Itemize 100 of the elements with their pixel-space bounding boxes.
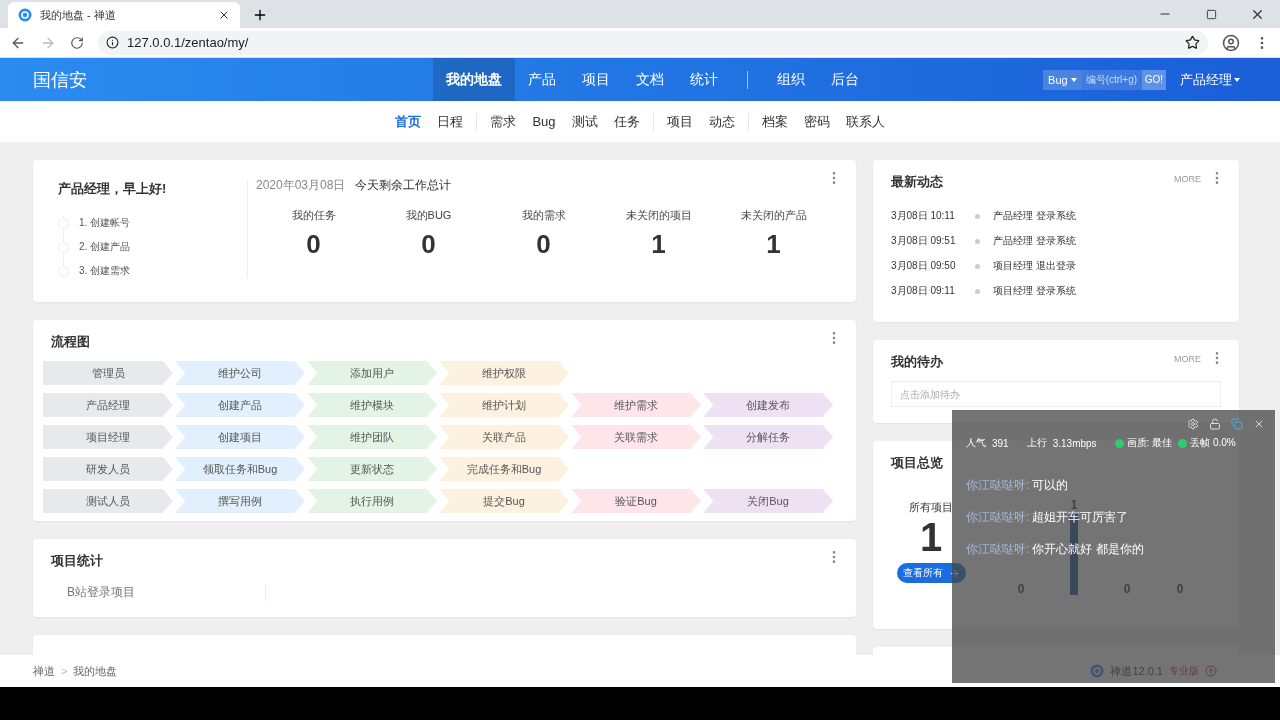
flow-step: 维护模块	[307, 393, 437, 417]
flow-step: 创建项目	[175, 425, 305, 449]
flow-step: 添加用户	[307, 361, 437, 385]
flow-step: 撰写用例	[175, 489, 305, 513]
flow-step: 关联需求	[571, 425, 701, 449]
indicator-text: 丢帧 0.0%	[1190, 436, 1236, 450]
subnav-link[interactable]: Bug	[524, 114, 564, 129]
site-logo-icon	[18, 8, 32, 22]
role-step: 测试人员	[43, 489, 173, 513]
breadcrumb-link[interactable]: 我的地盘	[73, 663, 118, 679]
nav-tab[interactable]: 后台	[818, 58, 872, 101]
user-menu[interactable]: 产品经理	[1180, 70, 1240, 89]
nav-tab[interactable]: 文档	[623, 58, 677, 101]
nav-tab[interactable]: 组织	[764, 58, 818, 101]
address-bar[interactable]: 127.0.0.1/zentao/my/	[98, 30, 1208, 55]
breadcrumb-link[interactable]: 禅道	[33, 663, 55, 679]
stat-value: 0	[536, 229, 551, 260]
stat-label: 我的任务	[291, 208, 336, 223]
subnav-link[interactable]: 联系人	[837, 112, 893, 131]
step-label: 1. 创建帐号	[79, 216, 131, 230]
subnav-link[interactable]: 首页	[387, 112, 430, 131]
flow-step: 维护需求	[571, 393, 701, 417]
chat-message: 可以的	[1032, 478, 1069, 492]
role-step: 产品经理	[43, 393, 173, 417]
flow-step: 关闭Bug	[703, 489, 833, 513]
flow-step: 关联产品	[439, 425, 569, 449]
stat-label: 我的BUG	[405, 208, 452, 223]
settings-icon[interactable]	[1187, 418, 1199, 430]
timeline-dot-icon	[975, 238, 980, 244]
flow-step: 提交Bug	[439, 489, 569, 513]
indicator-text: 画质: 最佳	[1126, 436, 1173, 450]
activity-text[interactable]: 项目经理 登录系统	[993, 284, 1076, 298]
card-title: 项目总览	[891, 454, 943, 472]
subnav-link[interactable]: 档案	[753, 112, 796, 131]
star-icon[interactable]	[1185, 35, 1200, 50]
flow-step: 维护权限	[439, 361, 569, 385]
flow-step: 创建产品	[175, 393, 305, 417]
chat-username: 你江哒哒呀:	[966, 478, 1030, 492]
timeline-dot-icon	[975, 213, 980, 219]
activity-text[interactable]: 项目经理 退出登录	[993, 259, 1076, 273]
nav-tab[interactable]: 我的地盘	[433, 58, 515, 101]
role-step: 项目经理	[43, 425, 173, 449]
stat-label: 未关闭的产品	[740, 208, 807, 223]
flow-step: 维护团队	[307, 425, 437, 449]
overview-label: 所有项目	[909, 500, 953, 515]
subnav-link[interactable]: 日程	[429, 112, 472, 131]
flow-step: 维护公司	[175, 361, 305, 385]
new-tab-icon[interactable]	[252, 7, 268, 23]
timeline-dot-icon	[975, 263, 980, 269]
subnav-link[interactable]: 密码	[795, 112, 838, 131]
subnav-link[interactable]: 测试	[563, 112, 606, 131]
stat-label: 我的需求	[521, 208, 566, 223]
card-title: 最新动态	[891, 173, 943, 191]
stat-label: 上行	[1026, 436, 1047, 450]
breadcrumb-separator: >	[61, 665, 68, 677]
flow-step: 执行用例	[307, 489, 437, 513]
nav-tab[interactable]: 统计	[677, 58, 731, 101]
greeting: 产品经理，早上好!	[58, 180, 168, 198]
close-icon[interactable]	[218, 9, 230, 21]
stat-value: 391	[992, 437, 1009, 449]
flow-step: 创建发布	[703, 393, 833, 417]
activity-time: 3月08日 10:11	[891, 209, 956, 223]
nav-tab[interactable]: 项目	[569, 58, 623, 101]
unlock-icon[interactable]	[1209, 418, 1221, 430]
activity-time: 3月08日 09:11	[891, 284, 956, 298]
reload-icon[interactable]	[70, 35, 84, 50]
card-title: 我的待办	[891, 353, 943, 371]
date-text: 2020年03月08日	[256, 177, 346, 194]
maximize-icon[interactable]	[1205, 8, 1217, 20]
card-title: 项目统计	[51, 552, 103, 570]
info-icon[interactable]	[106, 36, 119, 49]
nav-tab[interactable]: 产品	[515, 58, 569, 101]
app-logo: 国信安	[33, 68, 88, 92]
subnav-link[interactable]: 需求	[482, 112, 525, 131]
subnav-link[interactable]: 任务	[605, 112, 648, 131]
stat-value: 1	[766, 229, 781, 260]
role-step: 管理员	[43, 361, 173, 385]
flow-step: 更新状态	[307, 457, 437, 481]
step-label: 2. 创建产品	[79, 240, 131, 254]
browser-tab[interactable]: 我的地盘 - 禅道	[8, 2, 240, 28]
subnav-link[interactable]: 项目	[658, 112, 701, 131]
timeline-dot-icon	[975, 288, 980, 294]
step-label: 3. 创建需求	[79, 264, 131, 278]
chat-username: 你江哒哒呀:	[966, 542, 1030, 556]
activity-time: 3月08日 09:51	[891, 234, 957, 248]
overview-count: 1	[919, 515, 943, 559]
project-name[interactable]: B站登录项目	[51, 584, 266, 601]
summary-title: 今天剩余工作总计	[355, 177, 452, 194]
flow-step: 完成任务和Bug	[439, 457, 569, 481]
activity-text[interactable]: 产品经理 登录系统	[993, 209, 1076, 223]
todo-input-field[interactable]: 点击添加待办	[891, 381, 1221, 407]
tab-title: 我的地盘 - 禅道	[40, 7, 117, 23]
account-icon[interactable]	[1222, 33, 1240, 52]
activity-time: 3月08日 09:50	[891, 259, 957, 273]
activity-text[interactable]: 产品经理 登录系统	[993, 234, 1076, 248]
search-type-select[interactable]: Bug	[1043, 69, 1082, 90]
card-title: 流程图	[51, 333, 90, 351]
stat-label: 未关闭的项目	[625, 208, 692, 223]
subnav-link[interactable]: 动态	[700, 112, 743, 131]
chat-message: 超姐开车可厉害了	[1032, 510, 1129, 524]
